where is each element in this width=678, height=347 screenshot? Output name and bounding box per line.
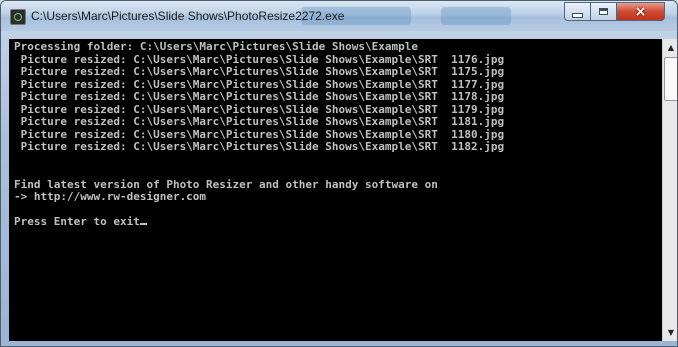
exit-prompt: Press Enter to exit [14, 215, 140, 228]
resized-line: Picture resized: C:\Users\Marc\Pictures\… [14, 65, 505, 78]
titlebar-glass-highlight [441, 7, 511, 25]
console-app-icon[interactable] [10, 9, 26, 25]
processing-line: Processing folder: C:\Users\Marc\Picture… [14, 40, 418, 53]
minimize-icon [572, 12, 583, 18]
arrow-down-icon: ▼ [667, 328, 675, 337]
text-cursor [139, 223, 147, 225]
close-icon: × [634, 3, 647, 20]
console-window: C:\Users\Marc\Pictures\Slide Shows\Photo… [0, 0, 678, 347]
console-output[interactable]: Processing folder: C:\Users\Marc\Picture… [9, 39, 662, 341]
maximize-button[interactable] [590, 2, 617, 21]
resized-line: Picture resized: C:\Users\Marc\Pictures\… [14, 77, 505, 91]
close-button[interactable]: × [616, 2, 665, 21]
find-latest-line: Find latest version of Photo Resizer and… [14, 177, 438, 191]
minimize-button[interactable] [564, 2, 591, 21]
vertical-scrollbar[interactable]: ▲ ▼ [662, 39, 677, 341]
resized-line: Picture resized: C:\Users\Marc\Pictures\… [14, 90, 505, 103]
arrow-up-icon: ▲ [667, 43, 675, 52]
resized-line: Picture resized: C:\Users\Marc\Pictures\… [14, 127, 505, 141]
scrollbar-thumb[interactable] [664, 57, 677, 101]
title-bar[interactable]: C:\Users\Marc\Pictures\Slide Shows\Photo… [1, 1, 677, 31]
url-line: -> http://www.rw-designer.com [14, 190, 207, 203]
resized-line: Picture resized: C:\Users\Marc\Pictures\… [14, 115, 505, 128]
resized-line: Picture resized: C:\Users\Marc\Pictures\… [14, 140, 505, 153]
window-title: C:\Users\Marc\Pictures\Slide Shows\Photo… [31, 9, 345, 23]
resized-line: Picture resized: C:\Users\Marc\Pictures\… [14, 52, 505, 66]
maximize-icon [599, 8, 608, 15]
scroll-up-button[interactable]: ▲ [663, 39, 677, 56]
scroll-down-button[interactable]: ▼ [663, 324, 677, 341]
resized-line: Picture resized: C:\Users\Marc\Pictures\… [14, 102, 505, 116]
